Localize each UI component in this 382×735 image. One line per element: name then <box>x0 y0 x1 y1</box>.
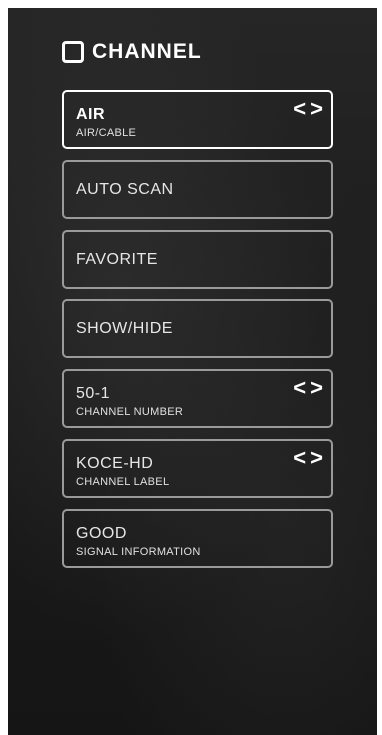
channel-square-icon <box>62 41 84 63</box>
air-cable-value: AIR <box>76 106 106 123</box>
menu-item-channel-label[interactable]: KOCE-HD CHANNEL LABEL < > <box>62 439 333 498</box>
menu-item-show-hide[interactable]: SHOW/HIDE <box>62 299 333 358</box>
menu-title: CHANNEL <box>92 40 202 63</box>
favorite-label: FAVORITE <box>76 251 158 268</box>
arrow-left-icon[interactable]: < <box>293 98 306 120</box>
air-cable-arrows: < > <box>293 98 323 120</box>
menu-item-signal-information[interactable]: GOOD SIGNAL INFORMATION <box>62 509 333 568</box>
menu-item-auto-scan[interactable]: AUTO SCAN <box>62 160 333 219</box>
arrow-right-icon[interactable]: > <box>310 377 323 399</box>
signal-information-value: GOOD <box>76 525 127 542</box>
show-hide-label: SHOW/HIDE <box>76 320 173 337</box>
channel-label-value: KOCE-HD <box>76 455 154 472</box>
auto-scan-label: AUTO SCAN <box>76 181 174 198</box>
channel-label-arrows: < > <box>293 447 323 469</box>
menu-item-favorite[interactable]: FAVORITE <box>62 230 333 289</box>
arrow-right-icon[interactable]: > <box>310 447 323 469</box>
menu-header: CHANNEL <box>62 40 202 64</box>
channel-label-label: CHANNEL LABEL <box>76 476 170 488</box>
menu-item-channel-number[interactable]: 50-1 CHANNEL NUMBER < > <box>62 369 333 428</box>
channel-number-arrows: < > <box>293 377 323 399</box>
arrow-right-icon[interactable]: > <box>310 98 323 120</box>
channel-number-label: CHANNEL NUMBER <box>76 406 184 418</box>
arrow-left-icon[interactable]: < <box>293 447 306 469</box>
channel-menu-panel: CHANNEL AIR AIR/CABLE < > AUTO SCAN FAVO… <box>8 8 377 735</box>
menu-item-air-cable[interactable]: AIR AIR/CABLE < > <box>62 90 333 149</box>
channel-number-value: 50-1 <box>76 385 111 402</box>
air-cable-label: AIR/CABLE <box>76 127 137 139</box>
arrow-left-icon[interactable]: < <box>293 377 306 399</box>
signal-information-label: SIGNAL INFORMATION <box>76 546 201 558</box>
